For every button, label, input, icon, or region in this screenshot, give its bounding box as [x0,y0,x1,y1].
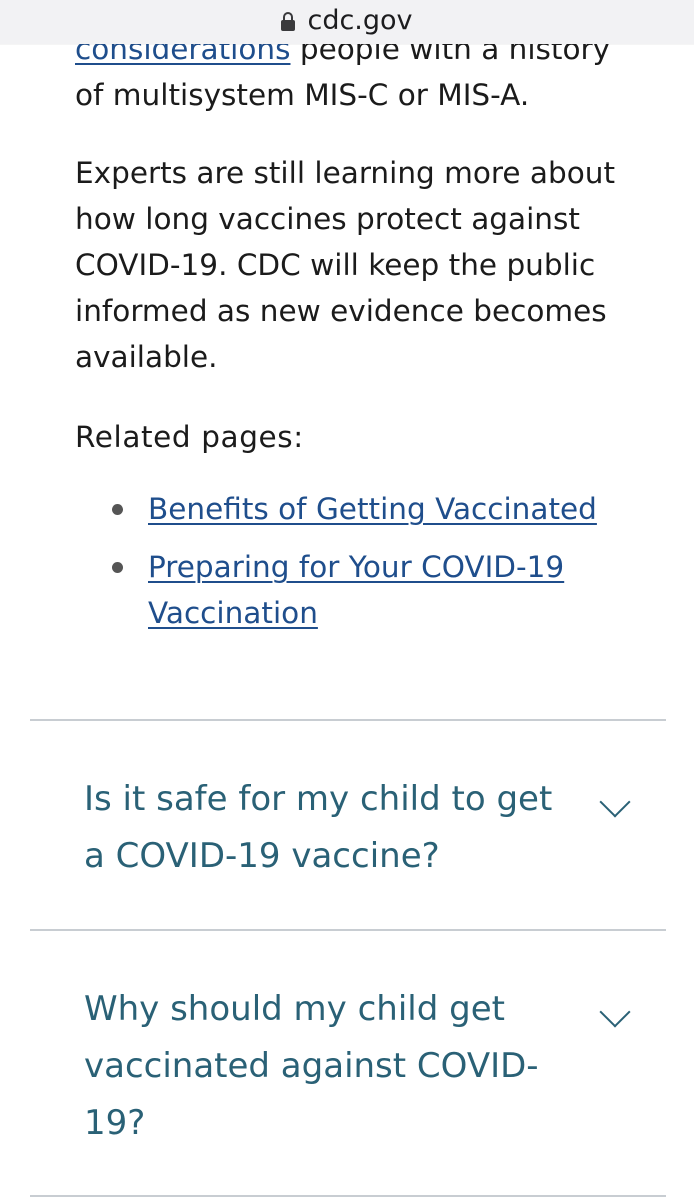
list-item: Preparing for Your COVID-19 Vaccination [112,544,635,636]
preparing-for-vaccination-link[interactable]: Preparing for Your COVID-19 Vaccination [148,550,564,630]
bullet-icon [112,562,123,573]
divider [30,1195,666,1197]
lock-icon [281,12,296,31]
paragraph-experts: Experts are still learning more about ho… [75,156,616,374]
url-text: cdc.gov [307,5,413,36]
faq-item-child-safety[interactable]: Is it safe for my child to get a COVID-1… [30,721,666,929]
chevron-down-icon[interactable] [599,996,631,1028]
faq-item-why-vaccinate[interactable]: Why should my child get vaccinated again… [30,931,666,1193]
related-pages-list: Benefits of Getting Vaccinated Preparing… [75,486,635,636]
page: cdc.gov considerations people with a his… [0,0,694,1200]
bullet-icon [112,504,123,515]
related-pages-heading: Related pages: [75,420,304,454]
chevron-down-icon[interactable] [599,786,631,818]
faq-question[interactable]: Why should my child get vaccinated again… [84,981,554,1152]
browser-url-bar[interactable]: cdc.gov [0,0,694,44]
list-item: Benefits of Getting Vaccinated [112,486,635,532]
faq-question[interactable]: Is it safe for my child to get a COVID-1… [84,771,554,885]
benefits-of-vaccination-link[interactable]: Benefits of Getting Vaccinated [148,492,597,526]
article-body: considerations people with a history of … [75,26,635,648]
